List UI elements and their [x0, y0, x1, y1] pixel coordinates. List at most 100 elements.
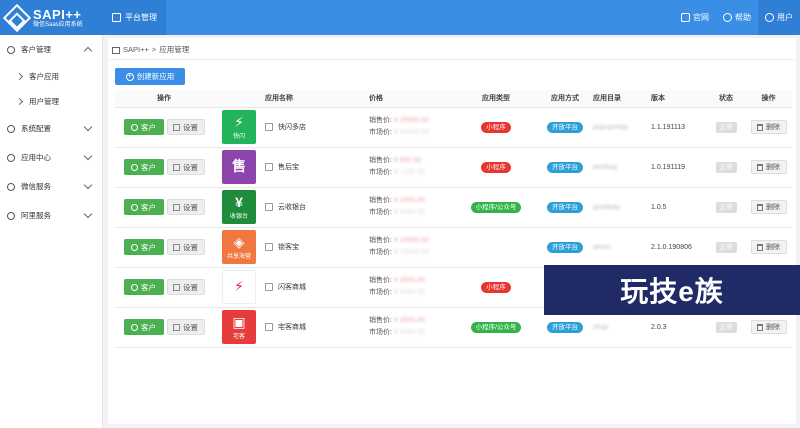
delete-button-label: 删除 — [766, 204, 780, 211]
settings-button-label: 设置 — [183, 162, 198, 172]
tab-platform-management[interactable]: 平台管理 — [103, 0, 166, 35]
wechat-icon — [7, 182, 15, 191]
sidebar-item-label: 应用中心 — [21, 153, 51, 162]
delete-button[interactable]: 删除 — [750, 240, 787, 254]
app-name[interactable]: 快闪多店 — [278, 122, 306, 132]
app-mode-badge: 开放平台 — [547, 321, 583, 333]
delete-cell: 删除 — [745, 227, 792, 268]
sidebar-item-system-config[interactable]: 系统配置 — [0, 114, 102, 143]
app-glyph-icon: ⚡ — [234, 113, 244, 130]
app-icon-cell: 售 — [213, 147, 261, 188]
settings-button[interactable]: 设置 — [166, 319, 205, 335]
app-name-icon — [265, 323, 273, 331]
create-app-button[interactable]: + 创建新应用 — [115, 68, 185, 85]
sidebar-item-label: 用户管理 — [29, 97, 59, 106]
customer-button[interactable]: 客户 — [123, 119, 164, 135]
header-actions: 操作 — [115, 90, 213, 108]
customer-button[interactable]: 客户 — [123, 319, 164, 335]
customer-button[interactable]: 客户 — [123, 239, 164, 255]
user-menu[interactable]: 用户 — [758, 0, 800, 35]
sidebar-item-app-center[interactable]: 应用中心 — [0, 143, 102, 172]
settings-button-label: 设置 — [183, 202, 198, 212]
breadcrumb-separator: > — [151, 45, 157, 54]
settings-button-label: 设置 — [183, 282, 198, 292]
grid-icon — [112, 13, 121, 22]
app-type-badge: 小程序/公众号 — [470, 321, 522, 333]
official-site-link[interactable]: 官网 — [674, 0, 716, 35]
app-type-cell: 小程序/公众号 — [451, 187, 541, 228]
chevron-right-icon — [15, 97, 24, 106]
app-name[interactable]: 闪客商城 — [278, 282, 306, 292]
price-cell: 销售价: ¥ 2000.00 市场价: ¥ 3000.00 — [365, 187, 451, 228]
sidebar-item-ali-service[interactable]: 阿里服务 — [0, 201, 102, 230]
trash-icon — [757, 203, 763, 211]
delete-button[interactable]: 删除 — [750, 320, 787, 334]
app-mode-cell: 开放平台 — [541, 227, 589, 268]
app-mode-cell: 开放平台 — [541, 187, 589, 228]
status-cell: 正常 — [707, 227, 745, 268]
app-icon: ⚡ 快闪 — [222, 110, 256, 144]
app-name[interactable]: 云收银台 — [278, 202, 306, 212]
app-name-cell: 闪客商城 — [261, 267, 365, 308]
sidebar-item-wechat-service[interactable]: 微信服务 — [0, 172, 102, 201]
app-dir: allsen — [593, 243, 612, 251]
app-icon-caption: 宅客 — [232, 333, 245, 340]
delete-button[interactable]: 删除 — [750, 200, 787, 214]
version-cell: 2.1.0.190806 — [647, 227, 707, 268]
market-price: ¥ 5000.00 — [393, 329, 426, 336]
edit-icon — [173, 163, 180, 171]
app-glyph-icon: ◈ — [233, 233, 245, 250]
status-badge: 正常 — [715, 121, 737, 133]
app-icon-caption: 快闪 — [232, 133, 245, 140]
settings-button[interactable]: 设置 — [166, 159, 205, 175]
customer-button-label: 客户 — [141, 162, 156, 172]
create-app-label: 创建新应用 — [136, 72, 175, 81]
status-cell: 正常 — [707, 147, 745, 188]
status-badge: 正常 — [715, 161, 737, 173]
logo[interactable]: SAPI++ 微信Saas应用系统 — [0, 0, 103, 35]
row-actions: 客户 设置 — [115, 227, 213, 268]
person-icon — [131, 123, 138, 131]
customer-button[interactable]: 客户 — [123, 199, 164, 215]
customer-button-label: 客户 — [141, 202, 156, 212]
table-row: 客户 设置 ¥ 收银台 云收银台 销售价: ¥ 2000.00 市场价: ¥ 30… — [115, 187, 792, 228]
sale-price: ¥ 25000.00 — [393, 117, 429, 124]
row-actions: 客户 设置 — [115, 107, 213, 148]
sidebar-item-customer-apps[interactable]: 客户应用 — [0, 64, 102, 89]
help-link[interactable]: 帮助 — [716, 0, 758, 35]
app-name[interactable]: 宅客商城 — [278, 322, 306, 332]
edit-icon — [173, 283, 180, 291]
settings-button[interactable]: 设置 — [166, 279, 205, 295]
settings-button[interactable]: 设置 — [166, 239, 205, 255]
sidebar-item-user-management[interactable]: 用户管理 — [0, 89, 102, 114]
breadcrumb-root[interactable]: SAPI++ — [123, 45, 149, 54]
home-icon[interactable] — [112, 47, 120, 54]
sale-price: ¥ 2000.00 — [393, 197, 426, 204]
customer-button[interactable]: 客户 — [123, 159, 164, 175]
app-version: 1.0.5 — [651, 203, 667, 211]
sidebar-item-label: 系统配置 — [21, 124, 51, 133]
market-price-label: 市场价: — [369, 169, 392, 176]
header-app-mode: 应用方式 — [541, 90, 589, 108]
price-cell: 销售价: ¥ 10000.00 市场价: ¥ 15000.00 — [365, 227, 451, 268]
delete-button[interactable]: 删除 — [750, 160, 787, 174]
app-icon: ⚡ — [222, 270, 256, 304]
app-name[interactable]: 售后宝 — [278, 162, 299, 172]
app-icon-caption: 共享海营 — [226, 253, 251, 260]
app-glyph-icon: 售 — [232, 158, 246, 174]
settings-button[interactable]: 设置 — [166, 119, 205, 135]
delete-button[interactable]: 删除 — [750, 120, 787, 134]
sale-price-label: 销售价: — [369, 157, 392, 164]
help-label: 帮助 — [735, 13, 751, 22]
app-mode-badge: 开放平台 — [547, 161, 583, 173]
customer-button[interactable]: 客户 — [123, 279, 164, 295]
table-row: 客户 设置 ◈ 共享海营 锁客宝 销售价: ¥ 10000.00 市场价: ¥ 1… — [115, 227, 792, 268]
sidebar-item-customer-management[interactable]: 客户管理 — [0, 35, 102, 64]
app-name[interactable]: 锁客宝 — [278, 242, 299, 252]
settings-button-label: 设置 — [183, 322, 198, 332]
breadcrumb-current: 应用管理 — [159, 45, 190, 54]
app-dir: goodpay — [593, 203, 620, 211]
sidebar-item-label: 客户应用 — [29, 72, 59, 81]
app-version: 1.0.191119 — [651, 163, 685, 171]
settings-button[interactable]: 设置 — [166, 199, 205, 215]
